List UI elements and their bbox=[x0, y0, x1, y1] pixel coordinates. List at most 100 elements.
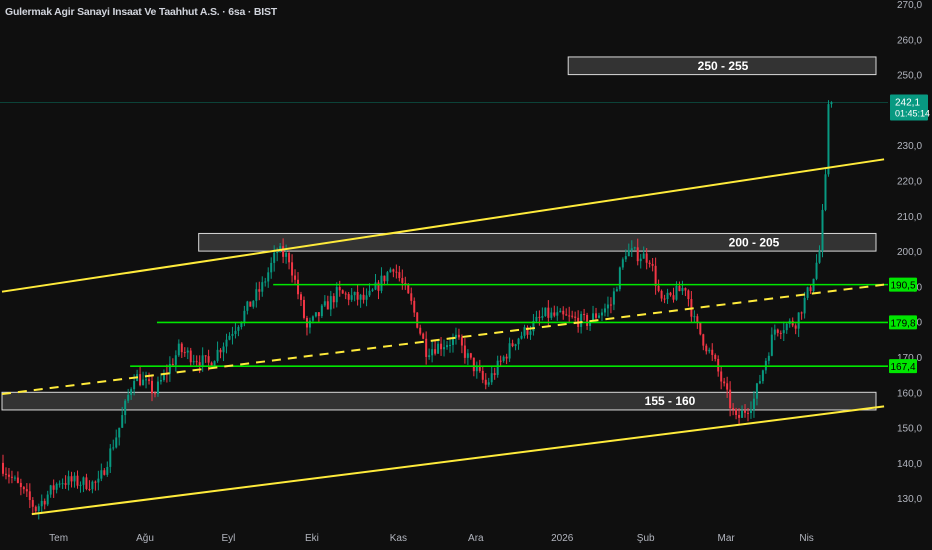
candle-body bbox=[261, 282, 264, 292]
candle-body bbox=[720, 371, 723, 382]
candle-body bbox=[112, 447, 115, 449]
candle-body bbox=[320, 305, 323, 317]
candle-body bbox=[580, 313, 583, 327]
candle-body bbox=[475, 367, 478, 372]
candle-body bbox=[264, 281, 267, 283]
candle-body bbox=[419, 327, 422, 334]
candle-body bbox=[294, 275, 297, 280]
candle-body bbox=[231, 333, 234, 336]
candle-body bbox=[407, 284, 410, 294]
candle-body bbox=[606, 304, 609, 309]
x-tick-label: Eyl bbox=[222, 533, 236, 544]
candle-body bbox=[645, 253, 648, 263]
candle-body bbox=[225, 339, 228, 347]
candle-body bbox=[234, 330, 237, 334]
candle-body bbox=[392, 269, 395, 272]
candle-body bbox=[821, 209, 824, 251]
candle-body bbox=[776, 329, 779, 333]
y-tick-label: 200,0 bbox=[897, 247, 922, 258]
candle-body bbox=[440, 343, 443, 350]
candle-body bbox=[514, 344, 517, 347]
candle-body bbox=[79, 484, 82, 486]
candle-body bbox=[413, 300, 416, 313]
candle-body bbox=[678, 286, 681, 292]
candle-body bbox=[693, 316, 696, 318]
candle-body bbox=[738, 414, 741, 418]
candle-body bbox=[818, 250, 821, 263]
candle-body bbox=[201, 355, 204, 366]
candle-body bbox=[19, 482, 22, 488]
candle-body bbox=[624, 256, 627, 260]
candle-body bbox=[556, 312, 559, 316]
candle-body bbox=[586, 315, 589, 326]
candle-body bbox=[377, 282, 380, 291]
trendline-channel-upper bbox=[1, 158, 885, 293]
candle-body bbox=[687, 290, 690, 300]
candle-body bbox=[368, 290, 371, 296]
candle-body bbox=[666, 292, 669, 300]
x-tick-label: Ağu bbox=[136, 533, 154, 544]
candle-body bbox=[463, 345, 466, 358]
candle-body bbox=[460, 337, 463, 346]
candle-body bbox=[770, 334, 773, 356]
candle-body bbox=[600, 312, 603, 316]
zone-label: 155 - 160 bbox=[645, 394, 696, 408]
candle-body bbox=[156, 381, 159, 394]
candle-body bbox=[252, 300, 255, 307]
candle-body bbox=[13, 477, 16, 479]
candle-body bbox=[618, 267, 621, 290]
candle-body bbox=[109, 448, 112, 467]
candle-body bbox=[100, 470, 103, 479]
candle-body bbox=[34, 506, 37, 512]
x-tick-label: Mar bbox=[718, 533, 736, 544]
candle-body bbox=[389, 269, 392, 273]
candle-body bbox=[595, 313, 598, 318]
candle-body bbox=[612, 291, 615, 305]
candle-body bbox=[758, 381, 761, 384]
candle-body bbox=[469, 353, 472, 358]
candle-body bbox=[621, 259, 624, 268]
candle-body bbox=[174, 355, 177, 365]
candle-body bbox=[583, 313, 586, 316]
candle-body bbox=[329, 296, 332, 310]
price-chart[interactable]: 270,0260,0250,0240,0230,0220,0210,0200,0… bbox=[0, 0, 932, 550]
candle-body bbox=[365, 295, 368, 300]
candle-body bbox=[705, 345, 708, 352]
candle-body bbox=[10, 476, 13, 478]
candle-body bbox=[300, 294, 302, 300]
candle-body bbox=[505, 356, 508, 359]
candle-body bbox=[752, 398, 755, 410]
candle-body bbox=[222, 346, 225, 353]
candle-body bbox=[139, 374, 142, 386]
candle-body bbox=[246, 301, 249, 311]
candle-body bbox=[94, 481, 97, 483]
candle-body bbox=[723, 381, 726, 384]
candle-body bbox=[481, 370, 484, 380]
trendline-channel-mid bbox=[1, 283, 885, 396]
candle-body bbox=[553, 312, 556, 316]
candle-body bbox=[73, 475, 76, 482]
candle-body bbox=[347, 293, 350, 300]
candle-body bbox=[52, 485, 55, 490]
candle-body bbox=[797, 312, 800, 329]
y-tick-label: 150,0 bbox=[897, 424, 922, 435]
candle-body bbox=[28, 491, 31, 501]
candle-body bbox=[648, 262, 651, 264]
candle-body bbox=[332, 296, 335, 303]
candle-body bbox=[338, 287, 341, 291]
candle-body bbox=[773, 329, 776, 335]
candle-body bbox=[744, 410, 747, 413]
candle-body bbox=[43, 500, 46, 505]
candle-body bbox=[729, 389, 732, 409]
candle-body bbox=[726, 383, 729, 390]
candle-body bbox=[571, 315, 574, 317]
candle-body bbox=[675, 286, 678, 300]
candle-body bbox=[809, 287, 812, 292]
candle-body bbox=[642, 253, 645, 259]
candle-body bbox=[61, 483, 64, 485]
candle-body bbox=[380, 275, 383, 291]
candle-body bbox=[270, 262, 273, 273]
candle-body bbox=[565, 314, 568, 316]
level-price-tag-label: 167,4 bbox=[890, 362, 915, 373]
candle-body bbox=[58, 483, 61, 485]
